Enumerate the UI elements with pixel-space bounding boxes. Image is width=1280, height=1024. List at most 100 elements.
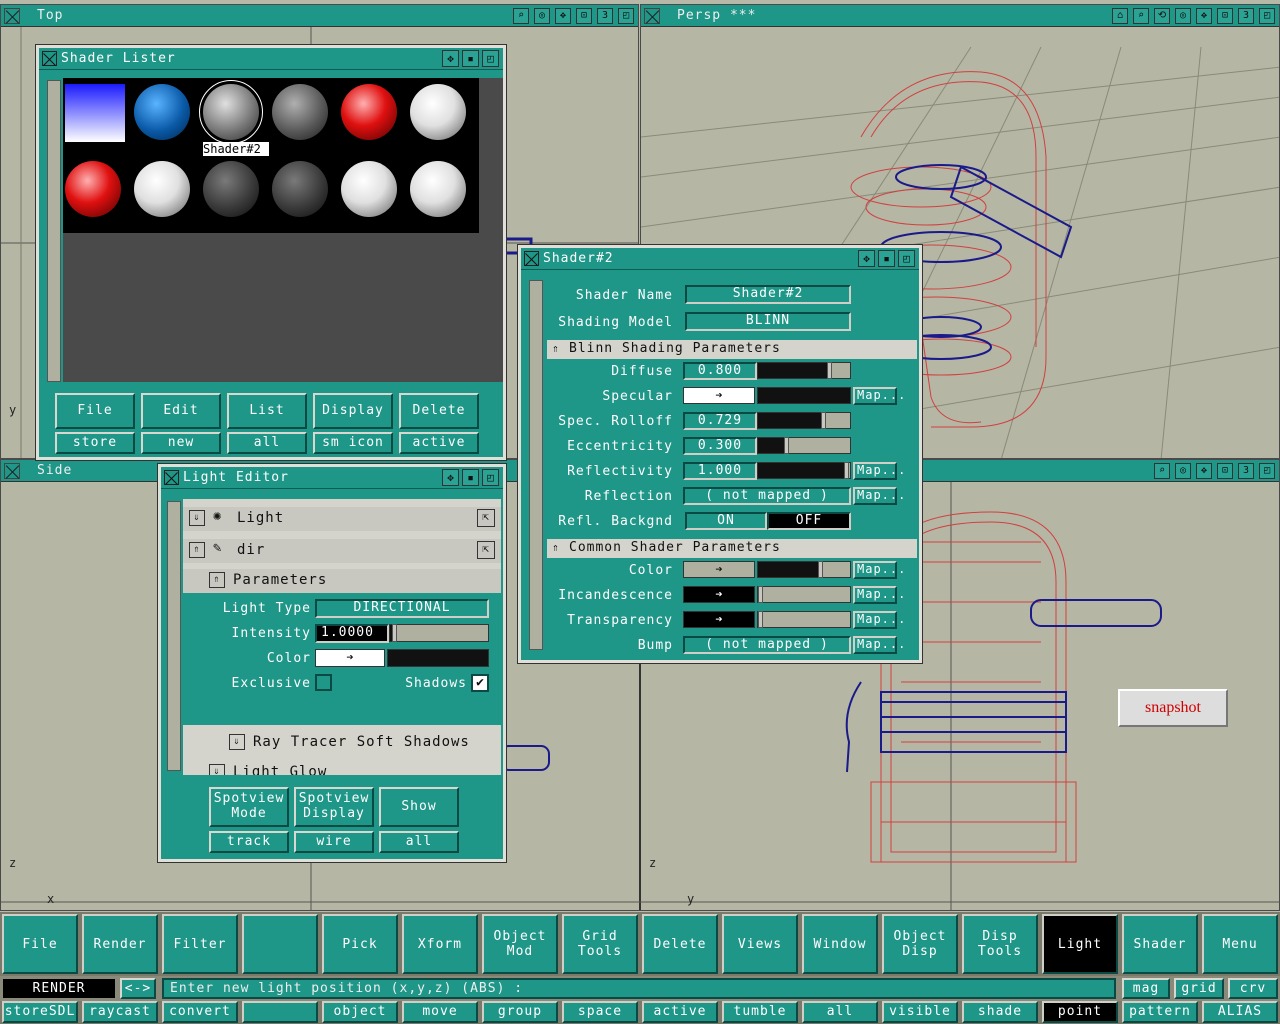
- dolly-icon[interactable]: ⊡: [1217, 8, 1233, 24]
- viewport-persp-titlebar[interactable]: Persp *** ⌂ ⌕ ⟲ ◎ ✥ ⊡ 3 ◰: [641, 5, 1279, 27]
- new-button[interactable]: new: [141, 432, 221, 454]
- layout-number[interactable]: 3: [1238, 8, 1254, 24]
- delete-button[interactable]: Delete: [399, 393, 479, 429]
- menu-disp-tools-button[interactable]: Disp Tools: [962, 914, 1038, 974]
- toolbar-visible-button[interactable]: visible: [882, 1001, 958, 1023]
- move-icon[interactable]: ✥: [858, 250, 875, 267]
- incandescence-map-button[interactable]: Map...: [853, 586, 905, 604]
- shader-name-field[interactable]: Shader#2: [685, 285, 851, 304]
- maximize-icon[interactable]: ◰: [618, 8, 634, 24]
- shader-swatch[interactable]: [341, 84, 397, 140]
- toolbar-shade-button[interactable]: shade: [962, 1001, 1038, 1023]
- menu-grid-tools-button[interactable]: Grid Tools: [562, 914, 638, 974]
- tumble-icon[interactable]: ⟲: [1154, 8, 1170, 24]
- move-icon[interactable]: ✥: [1196, 8, 1212, 24]
- eccentricity-slider[interactable]: [757, 437, 851, 454]
- shader-lister-scrollbar[interactable]: [47, 80, 61, 382]
- track-button[interactable]: track: [209, 831, 289, 853]
- light-color-swatch[interactable]: ➔: [315, 649, 385, 667]
- tree-row-light-glow[interactable]: ⇓ Light Glow: [183, 761, 501, 775]
- toolbar-all-button[interactable]: all: [802, 1001, 878, 1023]
- common-section-header[interactable]: Common Shader Parameters: [547, 539, 917, 558]
- expand-icon[interactable]: ⇑: [209, 572, 225, 588]
- toolbar-alias-button[interactable]: ALIAS: [1202, 1001, 1278, 1023]
- refl-backgnd-off[interactable]: OFF: [767, 512, 851, 530]
- reflection-field[interactable]: ( not mapped ): [683, 487, 851, 505]
- sm-icon-button[interactable]: sm icon: [313, 432, 393, 454]
- active-button[interactable]: active: [399, 432, 479, 454]
- menu-file-button[interactable]: File: [2, 914, 78, 974]
- tree-row-light[interactable]: ⇓ ✺ Light ⇱: [183, 507, 501, 531]
- spotview-mode-button[interactable]: Spotview Mode: [209, 787, 289, 827]
- menu-xform-button[interactable]: Xform: [402, 914, 478, 974]
- toolbar-point-button[interactable]: point: [1042, 1001, 1118, 1023]
- intensity-slider[interactable]: [389, 624, 489, 642]
- show-all-button[interactable]: all: [379, 831, 459, 853]
- shading-model-field[interactable]: BLINN: [685, 312, 851, 331]
- menu-shader-button[interactable]: Shader: [1122, 914, 1198, 974]
- collapse-icon[interactable]: ⇓: [189, 510, 205, 526]
- maximize-icon[interactable]: ◰: [1259, 8, 1275, 24]
- light-type-field[interactable]: DIRECTIONAL: [315, 599, 489, 618]
- move-icon[interactable]: ✥: [555, 8, 571, 24]
- shadows-checkbox[interactable]: ✔: [471, 674, 489, 692]
- incandescence-swatch[interactable]: ➔: [683, 586, 755, 603]
- file-button[interactable]: File: [55, 393, 135, 429]
- collapse-icon[interactable]: ⇓: [209, 764, 225, 775]
- all-button[interactable]: all: [227, 432, 307, 454]
- shader-lister-window[interactable]: Shader Lister ✥ ▪ ◰ Shader#2 File Edit L…: [36, 45, 506, 460]
- display-button[interactable]: Display: [313, 393, 393, 429]
- menu-views-button[interactable]: Views: [722, 914, 798, 974]
- tree-row-parameters[interactable]: ⇑ Parameters: [183, 569, 501, 593]
- close-icon[interactable]: [164, 470, 179, 485]
- menu-menu-button[interactable]: Menu: [1202, 914, 1278, 974]
- maximize-icon[interactable]: ◰: [482, 50, 499, 67]
- track-icon[interactable]: ◎: [1175, 463, 1191, 479]
- minimize-icon[interactable]: ▪: [878, 250, 895, 267]
- menu-blank-button[interactable]: [242, 914, 318, 974]
- show-button[interactable]: Show: [379, 787, 459, 827]
- toolbar-space-button[interactable]: space: [562, 1001, 638, 1023]
- tree-row-dir[interactable]: ⇑ ✎ dir ⇱: [183, 539, 501, 563]
- minimize-icon[interactable]: ▪: [462, 469, 479, 486]
- eccentricity-field[interactable]: 0.300: [683, 437, 757, 455]
- maximize-icon[interactable]: ◰: [1259, 463, 1275, 479]
- shader-editor-scrollbar[interactable]: [529, 280, 543, 650]
- toolbar-convert-button[interactable]: convert: [162, 1001, 238, 1023]
- close-icon[interactable]: [4, 463, 20, 479]
- transparency-map-button[interactable]: Map...: [853, 611, 905, 629]
- crv-button[interactable]: crv: [1228, 978, 1278, 999]
- blinn-section-header[interactable]: Blinn Shading Parameters: [547, 340, 917, 359]
- toolbar-group-button[interactable]: group: [482, 1001, 558, 1023]
- menu-pick-button[interactable]: Pick: [322, 914, 398, 974]
- prompt-line[interactable]: Enter new light position (x,y,z) (ABS) :: [162, 978, 1116, 999]
- shader-swatch[interactable]: [341, 161, 397, 217]
- expand-icon[interactable]: ⇑: [189, 542, 205, 558]
- menu-object-disp-button[interactable]: Object Disp: [882, 914, 958, 974]
- toolbar-pattern-button[interactable]: pattern: [1122, 1001, 1198, 1023]
- wire-button[interactable]: wire: [294, 831, 374, 853]
- color-slider[interactable]: [757, 561, 851, 578]
- shader-swatch[interactable]: [410, 84, 466, 140]
- refl-backgnd-on[interactable]: ON: [685, 512, 767, 530]
- shader-editor-window[interactable]: Shader#2 ✥ ▪ ◰ Shader Name Shader#2 Shad…: [518, 245, 922, 663]
- close-icon[interactable]: [524, 251, 539, 266]
- diffuse-field[interactable]: 0.800: [683, 362, 757, 380]
- viewport-top-titlebar[interactable]: Top ⌕ ◎ ✥ ⊡ 3 ◰: [1, 5, 638, 27]
- bump-map-button[interactable]: Map...: [853, 636, 905, 654]
- menu-filter-button[interactable]: Filter: [162, 914, 238, 974]
- shader-swatch[interactable]: [203, 161, 259, 217]
- menu-window-button[interactable]: Window: [802, 914, 878, 974]
- spotview-display-button[interactable]: Spotview Display: [294, 787, 374, 827]
- camera-icon[interactable]: ⌂: [1112, 8, 1128, 24]
- diffuse-slider[interactable]: [757, 362, 851, 379]
- specular-swatch[interactable]: ➔: [683, 387, 755, 404]
- magnify-icon[interactable]: ⌕: [513, 8, 529, 24]
- specular-slider[interactable]: [757, 387, 851, 404]
- light-color-slider[interactable]: [387, 649, 489, 667]
- pick-icon[interactable]: ⇱: [477, 509, 495, 527]
- track-icon[interactable]: ◎: [534, 8, 550, 24]
- toolbar-move-button[interactable]: move: [402, 1001, 478, 1023]
- reflectivity-slider[interactable]: [757, 462, 851, 479]
- shader-swatch[interactable]: [134, 161, 190, 217]
